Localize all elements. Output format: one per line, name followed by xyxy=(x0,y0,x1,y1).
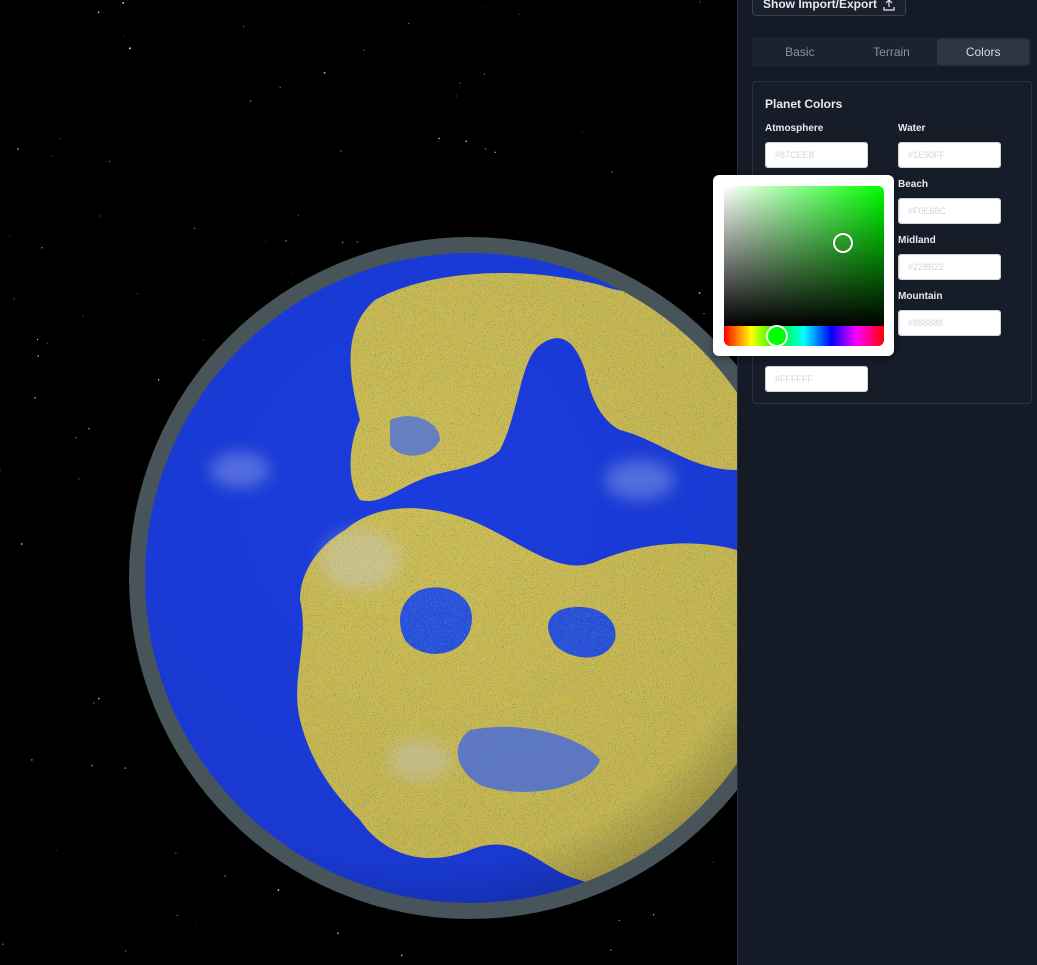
midland-color-field: Midland xyxy=(898,235,1001,280)
tab-terrain[interactable]: Terrain xyxy=(846,39,938,65)
import-export-label: Show Import/Export xyxy=(763,0,877,11)
water-label: Water xyxy=(898,123,926,134)
color-picker-popover xyxy=(713,175,894,356)
tab-bar: Basic Terrain Colors xyxy=(752,37,1031,67)
mountain-hex-input[interactable] xyxy=(899,311,1000,335)
section-title: Planet Colors xyxy=(765,97,843,111)
planet xyxy=(129,237,737,919)
import-export-button[interactable]: Show Import/Export xyxy=(752,0,906,16)
water-color-field: Water xyxy=(898,123,1001,168)
atmosphere-label: Atmosphere xyxy=(765,123,824,134)
beach-label: Beach xyxy=(898,179,929,190)
hue-slider[interactable] xyxy=(724,325,884,347)
snow-hex-input[interactable] xyxy=(766,367,867,391)
midland-hex-input[interactable] xyxy=(899,255,1000,279)
atmosphere-color-field: Atmosphere xyxy=(765,123,868,168)
tab-basic[interactable]: Basic xyxy=(754,39,846,65)
saturation-area[interactable] xyxy=(724,186,884,326)
mountain-color-field: Mountain xyxy=(898,291,1001,336)
tab-colors[interactable]: Colors xyxy=(937,39,1030,65)
water-hex-input[interactable] xyxy=(899,143,1000,167)
beach-hex-input[interactable] xyxy=(899,199,1000,223)
upload-icon xyxy=(883,0,895,11)
atmosphere-hex-input[interactable] xyxy=(766,143,867,167)
control-panel: Show Import/Export Basic Terrain Colors … xyxy=(737,0,1037,965)
mountain-label: Mountain xyxy=(898,291,943,302)
saturation-handle[interactable] xyxy=(833,233,853,253)
beach-color-field: Beach xyxy=(898,179,1001,224)
hue-handle[interactable] xyxy=(766,325,788,347)
midland-label: Midland xyxy=(898,235,936,246)
